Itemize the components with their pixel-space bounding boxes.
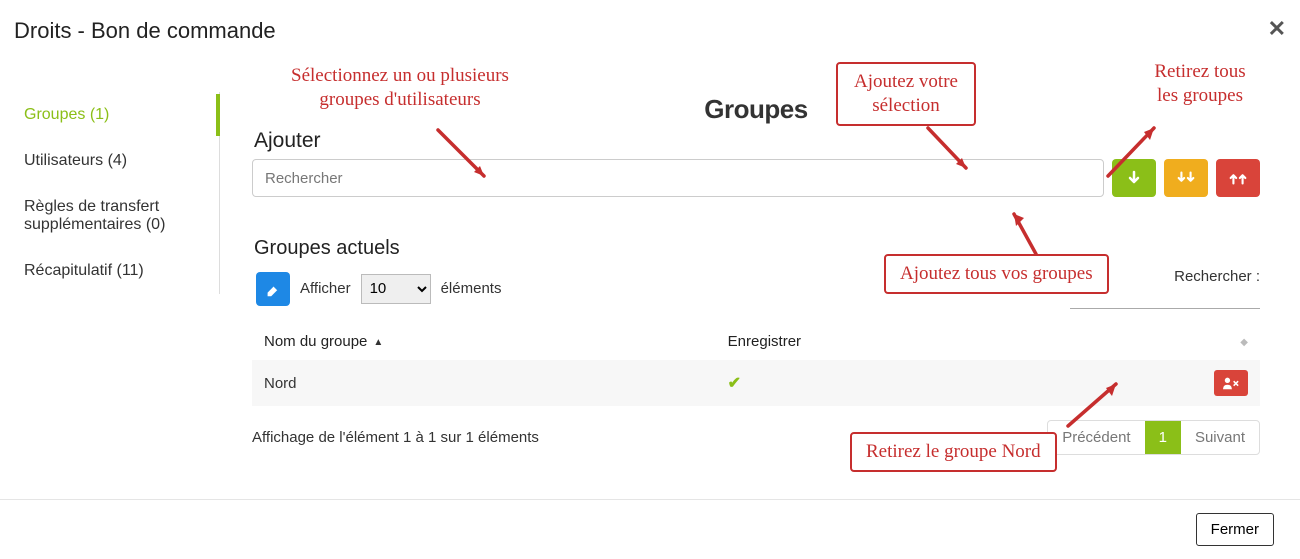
table-row: Nord ✔	[252, 360, 1260, 406]
check-icon: ✔	[728, 375, 741, 392]
table-search-label: Rechercher :	[1174, 268, 1260, 285]
user-remove-icon	[1223, 376, 1239, 390]
modal: Droits - Bon de commande ✕ Groupes (1) U…	[0, 0, 1300, 559]
remove-all-button[interactable]	[1216, 159, 1260, 197]
main-panel: Groupes Ajouter	[230, 62, 1300, 455]
table-search-input[interactable]	[1070, 285, 1260, 309]
length-suffix: éléments	[441, 280, 502, 297]
pager-next[interactable]: Suivant	[1181, 421, 1259, 454]
col-save[interactable]: Enregistrer	[716, 323, 1119, 360]
groups-table: Nom du groupe▲ Enregistrer ◆ Nord ✔	[252, 323, 1260, 406]
current-groups-label: Groupes actuels	[254, 237, 1260, 260]
tab-groupes[interactable]: Groupes (1)	[24, 92, 219, 138]
pager-prev[interactable]: Précédent	[1048, 421, 1144, 454]
pager-page-1[interactable]: 1	[1145, 421, 1181, 454]
col-group-name[interactable]: Nom du groupe▲	[252, 323, 716, 360]
sidebar: Groupes (1) Utilisateurs (4) Règles de t…	[0, 62, 230, 455]
arrow-down-icon	[1123, 170, 1145, 186]
table-info: Affichage de l'élément 1 à 1 sur 1 éléme…	[252, 429, 539, 446]
table-footer: Affichage de l'élément 1 à 1 sur 1 éléme…	[252, 420, 1260, 455]
length-prefix: Afficher	[300, 280, 351, 297]
add-selection-button[interactable]	[1112, 159, 1156, 197]
modal-body: Groupes (1) Utilisateurs (4) Règles de t…	[0, 62, 1300, 455]
double-arrow-down-icon	[1175, 170, 1197, 186]
page-title: Groupes	[252, 94, 1260, 125]
page-length-select[interactable]: 10	[361, 274, 431, 304]
cell-actions	[1119, 360, 1260, 406]
remove-group-button[interactable]	[1214, 370, 1248, 396]
pager: Précédent 1 Suivant	[1047, 420, 1260, 455]
cell-saved: ✔	[716, 360, 1119, 406]
sort-none-icon: ◆	[1240, 337, 1248, 348]
table-search: Rechercher :	[1070, 268, 1260, 309]
clear-filters-button[interactable]	[256, 272, 290, 306]
col-actions: ◆	[1119, 323, 1260, 360]
cell-group-name: Nord	[252, 360, 716, 406]
table-controls: Afficher 10 éléments Rechercher :	[252, 268, 1260, 309]
add-all-button[interactable]	[1164, 159, 1208, 197]
eraser-icon	[264, 280, 282, 298]
tab-regles-transfert[interactable]: Règles de transfert supplémentaires (0)	[24, 184, 219, 248]
tab-recapitulatif[interactable]: Récapitulatif (11)	[24, 248, 219, 294]
close-icon[interactable]: ✕	[1268, 18, 1286, 40]
group-search-input[interactable]	[252, 159, 1104, 197]
modal-title: Droits - Bon de commande	[14, 18, 1282, 44]
tab-utilisateurs[interactable]: Utilisateurs (4)	[24, 138, 219, 184]
modal-footer: Fermer	[0, 499, 1300, 559]
add-row	[252, 159, 1260, 197]
double-arrow-up-icon	[1227, 170, 1249, 186]
add-section-label: Ajouter	[254, 129, 1260, 153]
modal-header: Droits - Bon de commande ✕	[0, 0, 1300, 62]
close-button[interactable]: Fermer	[1196, 513, 1274, 546]
sort-asc-icon: ▲	[373, 337, 383, 348]
